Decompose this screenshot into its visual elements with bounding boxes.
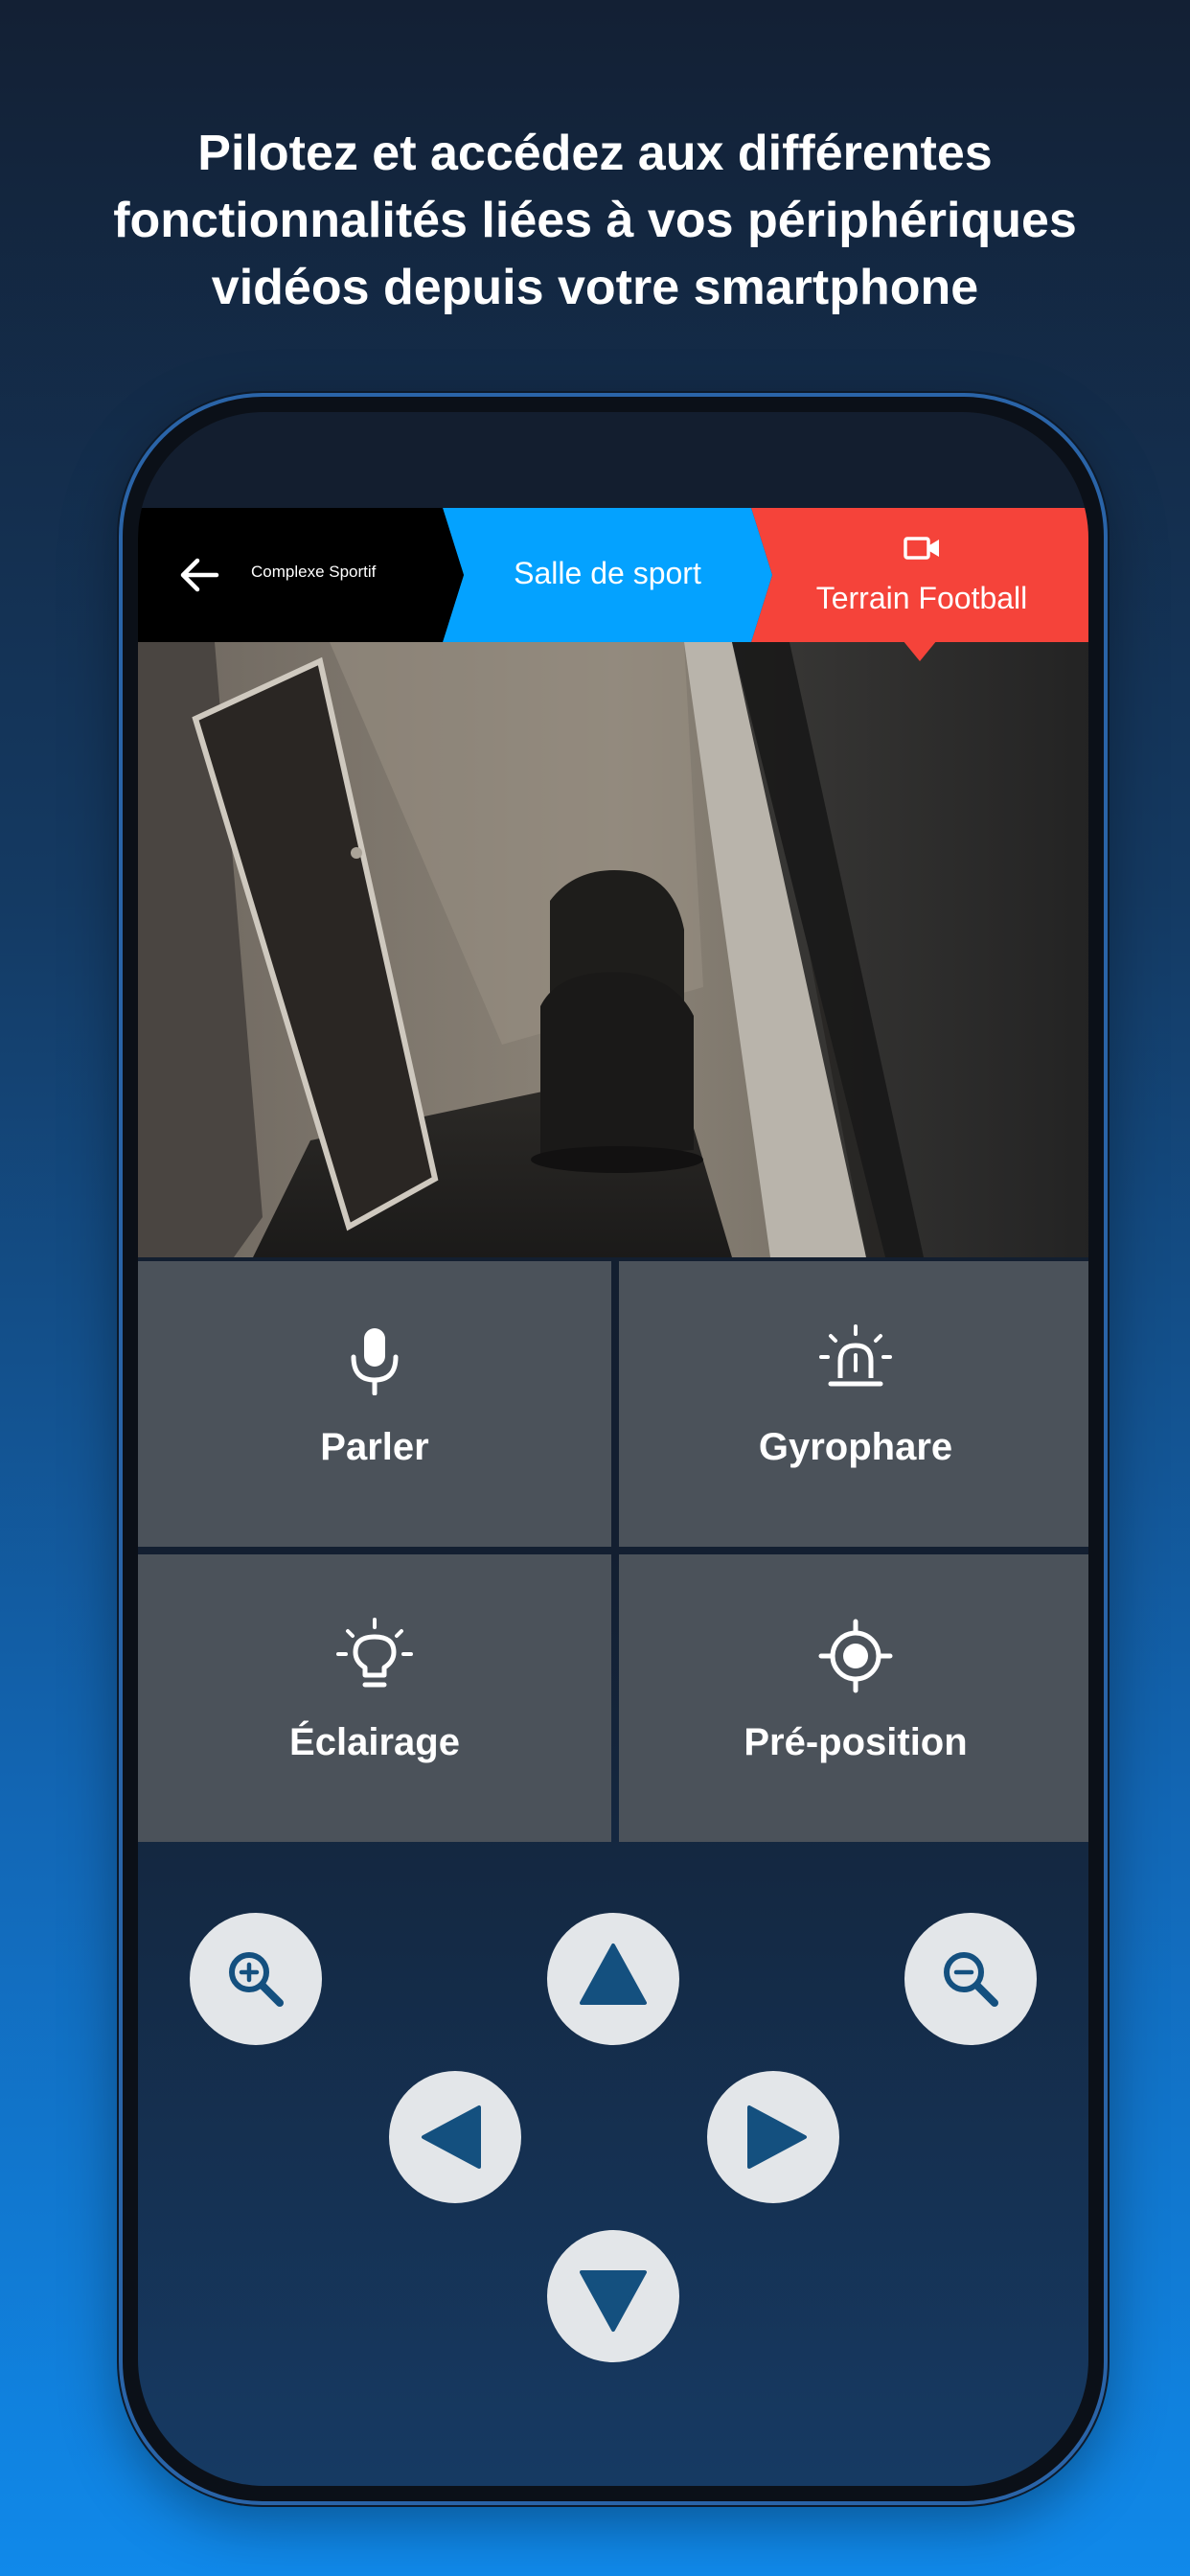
breadcrumb-active-label: Terrain Football: [815, 581, 1028, 615]
headline-line-2: fonctionnalités liées à vos périphérique…: [113, 193, 1077, 248]
phone-screen: Complexe Sportif Salle de sport Terrain …: [138, 412, 1088, 2486]
tilt-down-button[interactable]: [547, 2230, 679, 2362]
talk-label: Parler: [320, 1426, 429, 1468]
pan-right-button[interactable]: [707, 2071, 839, 2203]
lighting-label: Éclairage: [289, 1721, 460, 1763]
arrow-up-icon: [580, 1944, 647, 2005]
target-icon: [818, 1619, 893, 1693]
video-camera-icon: [904, 537, 939, 560]
headline-line-1: Pilotez et accédez aux différentes: [197, 126, 993, 181]
lighting-button[interactable]: Éclairage: [138, 1554, 611, 1842]
tilt-up-button[interactable]: [547, 1913, 679, 2045]
action-grid: Parler Gyrophare Éclairage Pré-position: [138, 1261, 1088, 1842]
breadcrumb-root[interactable]: Complexe Sportif: [138, 508, 464, 642]
preset-position-button[interactable]: Pré-position: [619, 1554, 1088, 1842]
headline: Pilotez et accédez aux différentes fonct…: [57, 120, 1133, 321]
pan-left-button[interactable]: [389, 2071, 521, 2203]
zoom-out-button[interactable]: [904, 1913, 1037, 2045]
active-tab-pointer: [903, 640, 937, 661]
arrow-right-icon: [747, 2105, 807, 2169]
phone-frame: Complexe Sportif Salle de sport Terrain …: [119, 393, 1108, 2505]
talk-button[interactable]: Parler: [138, 1261, 611, 1547]
headline-line-3: vidéos depuis votre smartphone: [211, 260, 979, 315]
breadcrumb-middle[interactable]: Salle de sport: [443, 508, 772, 642]
camera-image: [138, 642, 1088, 1257]
camera-video-feed[interactable]: [138, 642, 1088, 1257]
siren-icon: [819, 1324, 892, 1387]
breadcrumb-root-label: Complexe Sportif: [251, 563, 377, 581]
microphone-icon: [351, 1328, 399, 1395]
back-arrow-icon[interactable]: [178, 554, 220, 596]
zoom-in-icon: [229, 1952, 284, 2007]
breadcrumb-middle-label: Salle de sport: [514, 556, 701, 590]
beacon-label: Gyrophare: [758, 1426, 953, 1468]
breadcrumb-active[interactable]: Terrain Football: [751, 508, 1088, 642]
breadcrumb: Complexe Sportif Salle de sport Terrain …: [138, 508, 1088, 642]
preset-position-label: Pré-position: [744, 1721, 968, 1763]
arrow-left-icon: [422, 2105, 481, 2169]
beacon-button[interactable]: Gyrophare: [619, 1261, 1088, 1547]
zoom-out-icon: [944, 1952, 998, 2007]
lightbulb-icon: [336, 1618, 413, 1688]
zoom-in-button[interactable]: [190, 1913, 322, 2045]
arrow-down-icon: [580, 2270, 647, 2332]
